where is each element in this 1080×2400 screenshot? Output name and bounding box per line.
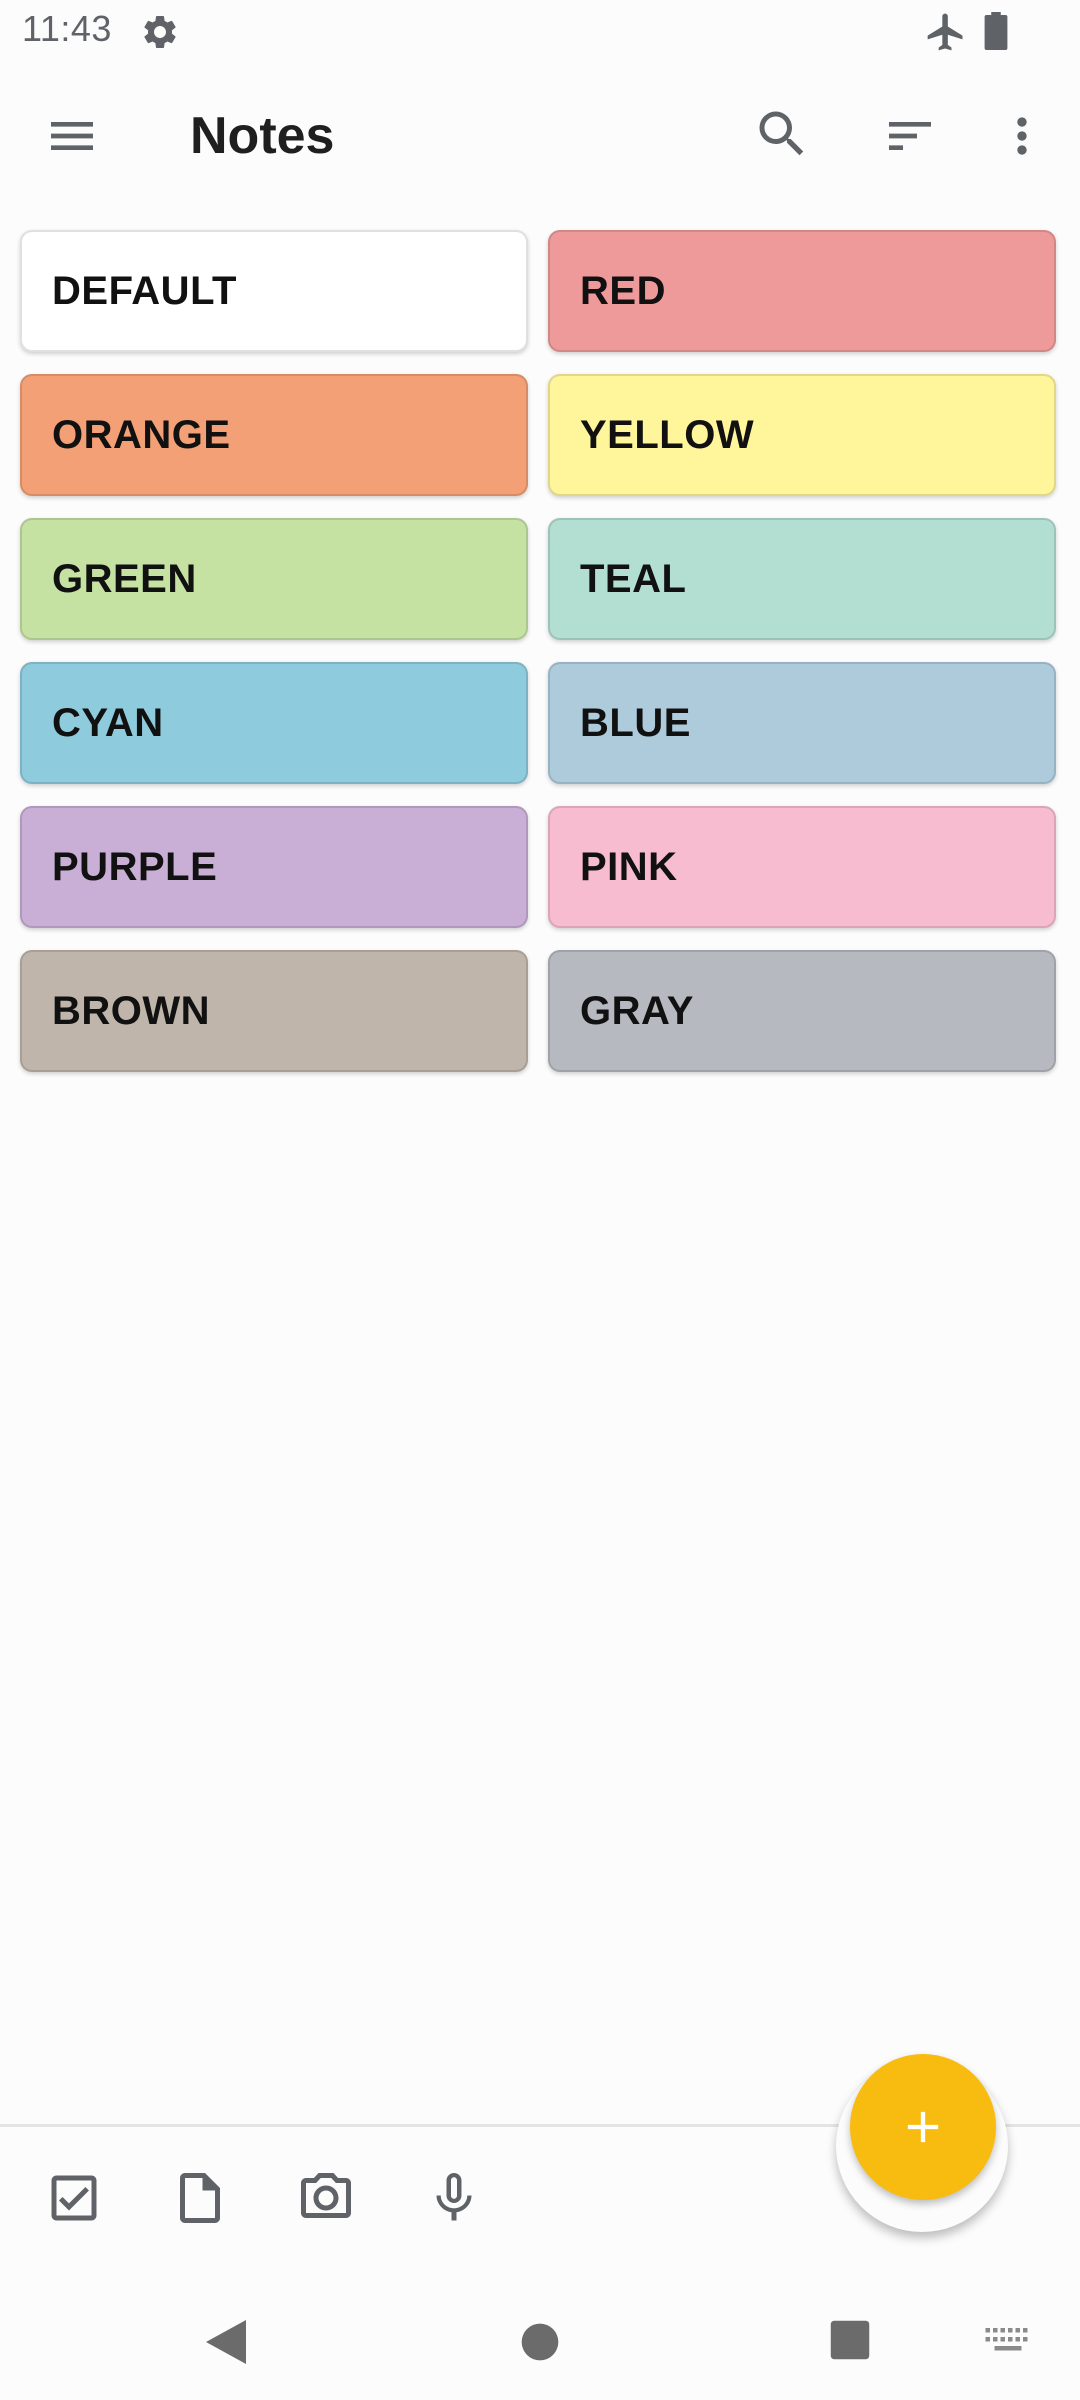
label-card-text: DEFAULT <box>52 268 237 313</box>
search-icon <box>759 111 804 156</box>
keyboard-button[interactable] <box>980 2320 1036 2360</box>
add-icon <box>907 2111 939 2143</box>
recents-button[interactable] <box>826 2316 874 2364</box>
toolbar: Notes <box>0 64 1080 210</box>
label-card-yellow[interactable]: YELLOW <box>548 374 1056 496</box>
label-card-red[interactable]: RED <box>548 230 1056 352</box>
status-bar: 11:43 <box>0 0 1080 64</box>
label-card-text: BLUE <box>580 700 691 745</box>
add-note-fab[interactable] <box>850 2054 996 2200</box>
label-card-text: CYAN <box>52 700 164 745</box>
label-card-text: GREEN <box>52 556 197 601</box>
label-card-text: ORANGE <box>52 412 231 457</box>
battery-icon <box>984 12 1008 50</box>
label-card-green[interactable]: GREEN <box>20 518 528 640</box>
new-checklist-button[interactable] <box>42 2166 106 2230</box>
airplane-icon <box>927 13 963 51</box>
label-card-orange[interactable]: ORANGE <box>20 374 528 496</box>
recents-icon <box>830 2320 870 2360</box>
label-card-cyan[interactable]: CYAN <box>20 662 528 784</box>
note-icon <box>180 2173 220 2223</box>
menu-icon <box>51 122 93 150</box>
back-button[interactable] <box>196 2314 256 2370</box>
search-button[interactable] <box>746 98 818 170</box>
mic-icon <box>436 2173 472 2221</box>
label-card-text: GRAY <box>580 988 694 1033</box>
label-card-gray[interactable]: GRAY <box>548 950 1056 1072</box>
status-time: 11:43 <box>22 8 112 49</box>
more-vert-icon <box>1017 117 1027 155</box>
home-icon <box>521 2323 559 2361</box>
back-icon <box>206 2320 246 2364</box>
label-card-text: BROWN <box>52 988 211 1033</box>
sort-icon <box>889 122 931 150</box>
label-card-text: YELLOW <box>580 412 755 457</box>
menu-button[interactable] <box>36 100 108 172</box>
camera-button[interactable] <box>294 2166 358 2230</box>
label-card-pink[interactable]: PINK <box>548 806 1056 928</box>
home-button[interactable] <box>516 2318 564 2366</box>
label-card-text: PURPLE <box>52 844 218 889</box>
system-nav-bar <box>0 2284 1080 2400</box>
label-card-blue[interactable]: BLUE <box>548 662 1056 784</box>
label-card-teal[interactable]: TEAL <box>548 518 1056 640</box>
label-card-brown[interactable]: BROWN <box>20 950 528 1072</box>
voice-note-button[interactable] <box>422 2166 486 2230</box>
label-card-text: RED <box>580 268 666 313</box>
new-note-button[interactable] <box>168 2166 232 2230</box>
label-card-purple[interactable]: PURPLE <box>20 806 528 928</box>
checklist-icon <box>51 2175 97 2221</box>
gear-icon <box>144 15 176 48</box>
label-card-default[interactable]: DEFAULT <box>20 230 528 352</box>
keyboard-icon <box>985 2328 1028 2351</box>
more-options-button[interactable] <box>986 100 1058 172</box>
page-title: Notes <box>190 107 335 165</box>
sort-button[interactable] <box>874 100 946 172</box>
label-card-text: PINK <box>580 844 678 889</box>
camera-icon <box>301 2173 351 2218</box>
label-card-text: TEAL <box>580 556 687 601</box>
